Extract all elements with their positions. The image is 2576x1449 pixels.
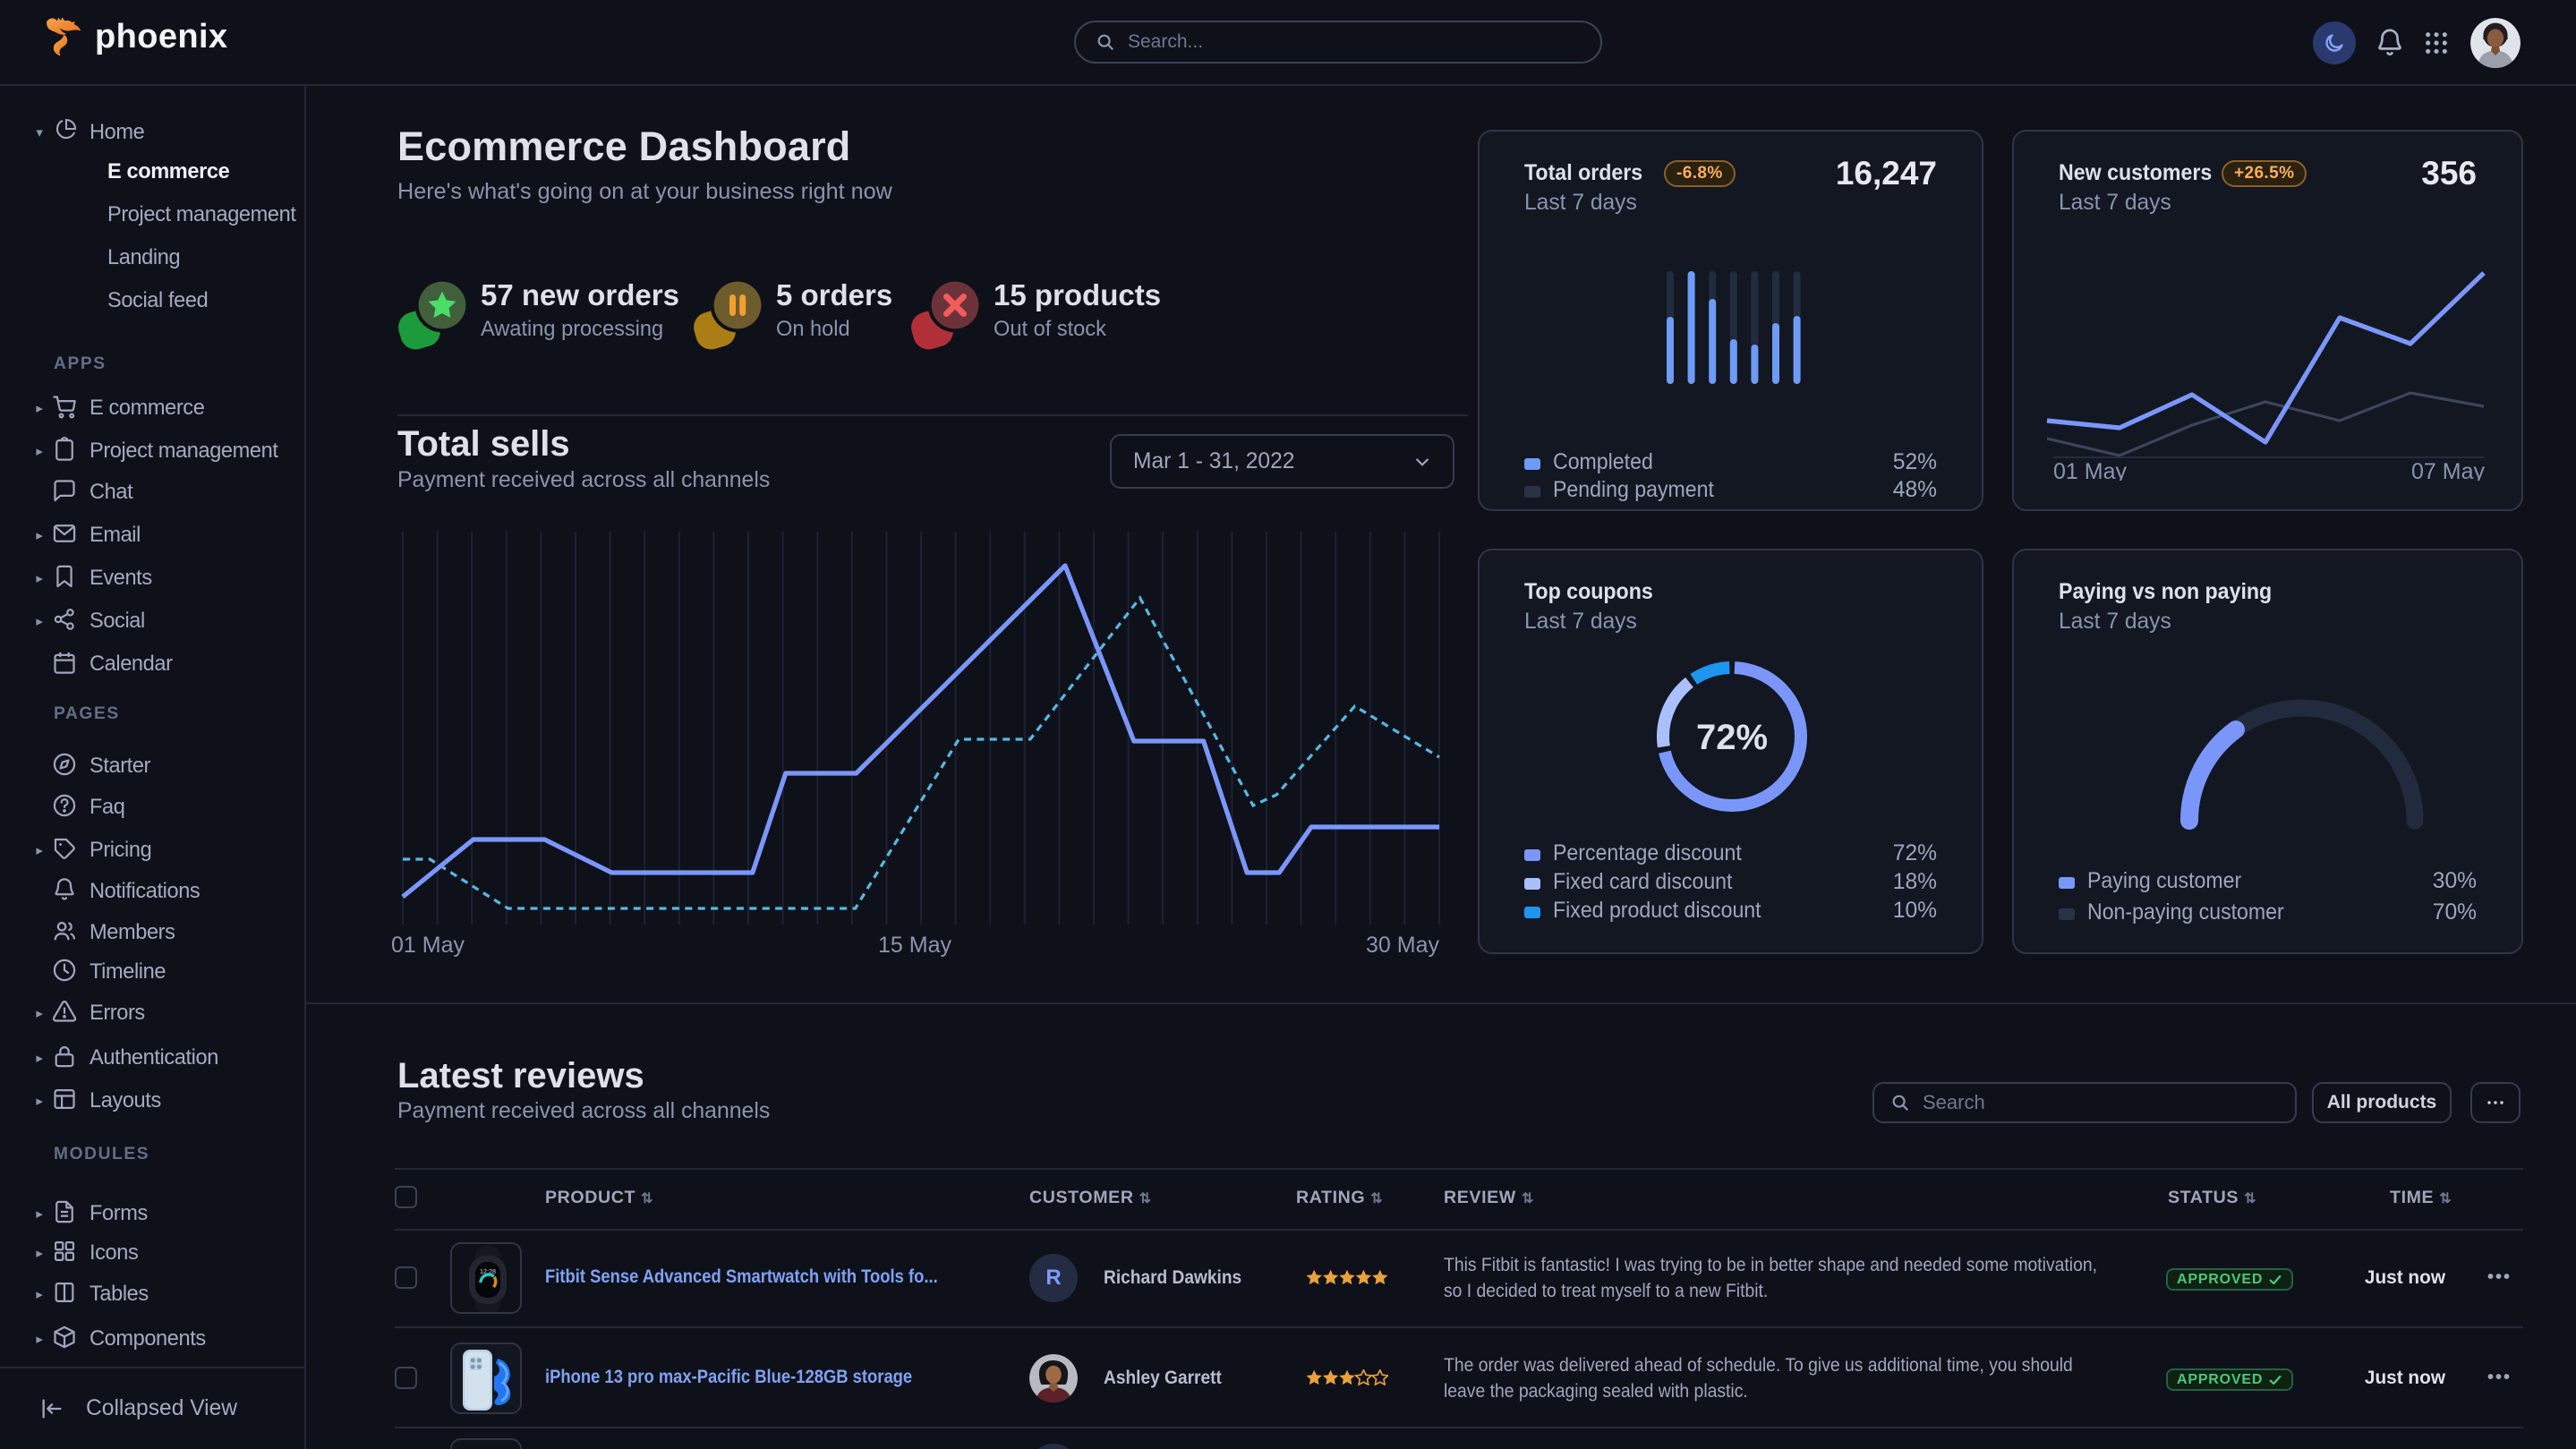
svg-text:30 May: 30 May [1366,933,1439,958]
svg-text:12:28: 12:28 [480,1267,496,1275]
svg-text:01 May: 01 May [2053,459,2127,481]
svg-text:07 May: 07 May [2411,459,2485,481]
svg-text:01 May: 01 May [391,933,465,958]
svg-text:15 May: 15 May [878,933,951,958]
svg-text:72%: 72% [1696,718,1768,757]
